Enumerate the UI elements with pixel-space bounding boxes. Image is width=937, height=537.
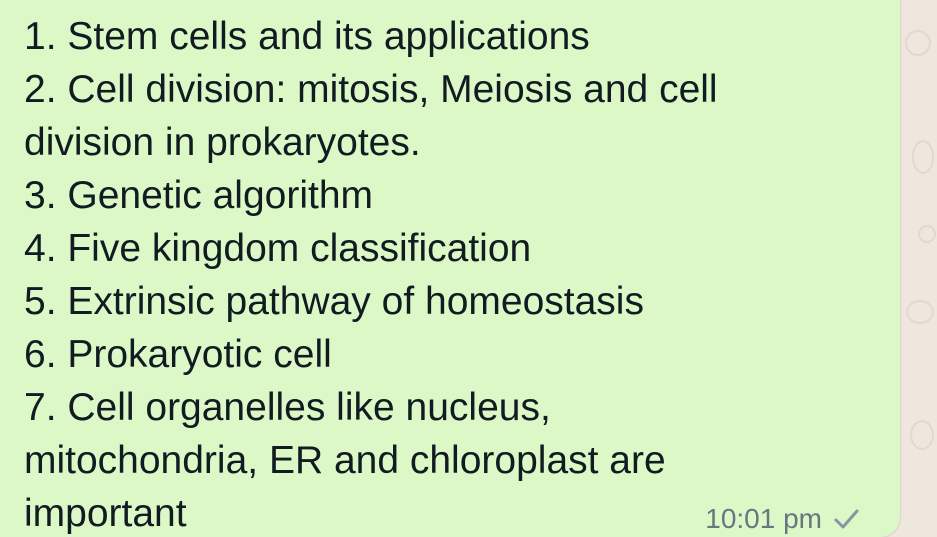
wallpaper-doodle bbox=[918, 225, 936, 243]
message-text: 1. Stem cells and its applications 2. Ce… bbox=[24, 10, 884, 537]
single-check-icon bbox=[834, 509, 859, 529]
message-line: 4. Five kingdom classification bbox=[24, 227, 532, 270]
message-timestamp: 10:01 pm bbox=[705, 503, 822, 534]
message-meta: 10:01 pm bbox=[705, 501, 860, 537]
message-line: mitochondria, ER and chloroplast are bbox=[24, 439, 666, 482]
outgoing-message-bubble[interactable]: 1. Stem cells and its applications 2. Ce… bbox=[0, 0, 900, 537]
wallpaper-doodle bbox=[912, 140, 934, 174]
message-line: division in prokaryotes. bbox=[24, 121, 421, 164]
chat-background: 1. Stem cells and its applications 2. Ce… bbox=[0, 0, 937, 537]
wallpaper-doodle bbox=[905, 30, 931, 56]
message-line: 1. Stem cells and its applications bbox=[24, 15, 590, 58]
wallpaper-doodle bbox=[910, 420, 934, 450]
message-line: 6. Prokaryotic cell bbox=[24, 333, 332, 376]
message-line: 5. Extrinsic pathway of homeostasis bbox=[24, 280, 644, 323]
wallpaper-doodle bbox=[906, 300, 934, 324]
message-line: 7. Cell organelles like nucleus, bbox=[24, 386, 551, 429]
message-line: 3. Genetic algorithm bbox=[24, 174, 374, 217]
message-line: 2. Cell division: mitosis, Meiosis and c… bbox=[24, 68, 718, 111]
